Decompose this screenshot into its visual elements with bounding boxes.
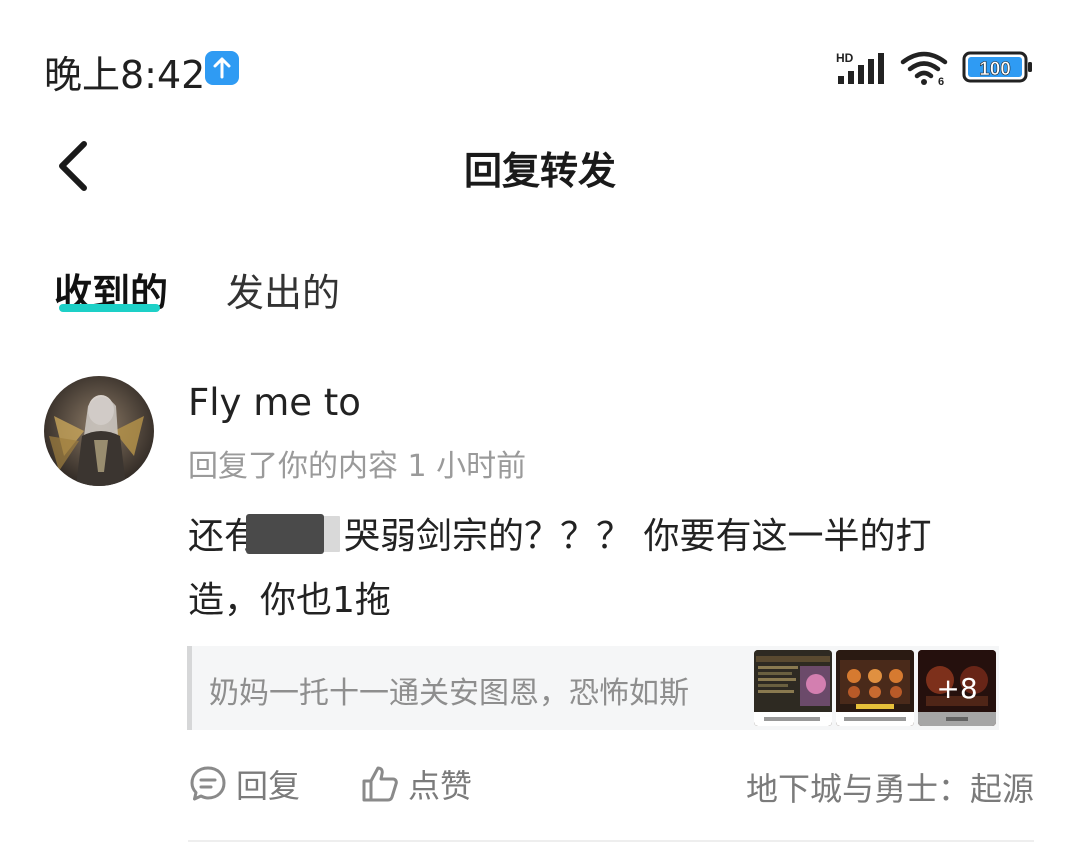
replies-page: 晚上8:42 HD 6 100 回复转发 收到的 发出的 Fly me to 回… (0, 0, 1080, 865)
reply-content[interactable]: 还有 哭弱剑宗的？？？ 你要有这一半的打 造，你也1拖 (188, 505, 988, 633)
wifi-icon: 6 (900, 50, 950, 88)
reply-button[interactable]: 回复 (188, 762, 300, 806)
thumbs-up-icon (362, 766, 398, 802)
wifi-version-label: 6 (938, 76, 944, 86)
battery-level: 100 (979, 59, 1011, 80)
reply-button-label: 回复 (236, 767, 301, 805)
cellular-signal-icon: HD (836, 50, 886, 86)
reply-line-1: 还有 哭弱剑宗的？？？ 你要有这一半的打 (188, 505, 988, 569)
tab-sent[interactable]: 发出的 (226, 262, 340, 317)
quoted-post-text: 奶妈一托十一通关安图恩，恐怖如斯 (209, 676, 689, 711)
quoted-image-thumbnail[interactable] (754, 650, 832, 726)
like-button-label: 点赞 (408, 767, 473, 805)
page-title: 回复转发 (463, 149, 616, 193)
upload-arrow-icon (205, 51, 239, 85)
reply-line-2: 造，你也1拖 (188, 580, 391, 621)
network-type-label: HD (836, 51, 854, 65)
reply-meta: 回复了你的内容 1 小时前 (188, 449, 527, 484)
comment-icon (190, 766, 226, 801)
reply-username[interactable]: Fly me to (188, 381, 361, 424)
active-tab-indicator (59, 304, 160, 312)
status-time: 晚上8:42 (44, 53, 206, 97)
more-images-thumbnail[interactable]: +8 (918, 650, 996, 726)
game-tag[interactable]: 地下城与勇士：起源 (746, 764, 1034, 810)
avatar[interactable] (44, 376, 154, 486)
quoted-image-thumbnail[interactable] (836, 650, 914, 726)
quoted-post[interactable]: 奶妈一托十一通关安图恩，恐怖如斯 +8 (187, 646, 999, 730)
battery-icon: 100 (962, 51, 1034, 83)
like-button[interactable]: 点赞 (360, 762, 472, 806)
divider (188, 840, 1034, 842)
quote-bar (187, 646, 192, 730)
redaction-block (246, 514, 325, 554)
reply-text-rest: 哭弱剑宗的？？？ 你要有这一半的打 (344, 516, 932, 557)
more-images-count: +8 (918, 650, 996, 726)
